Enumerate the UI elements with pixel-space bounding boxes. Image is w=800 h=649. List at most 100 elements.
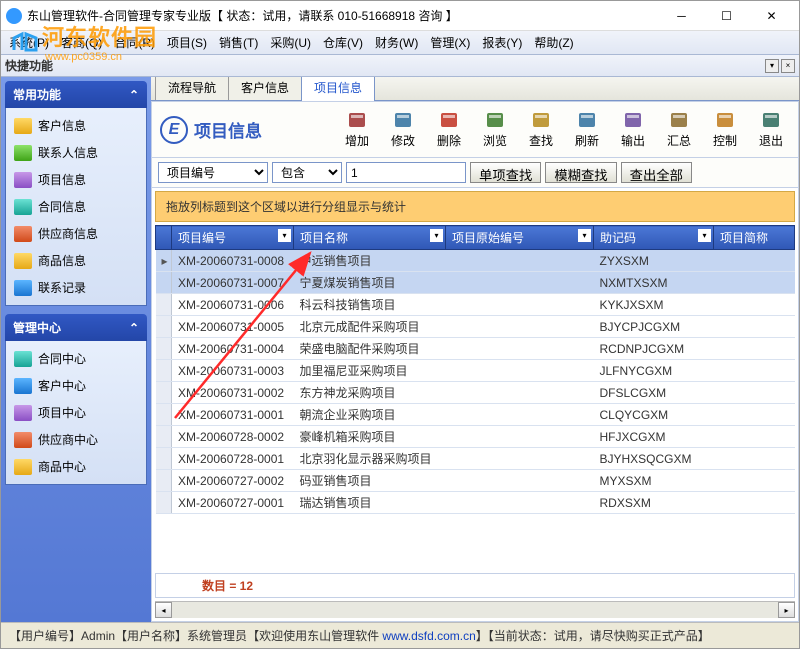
filter-fuzzy-button[interactable]: 模糊查找 [545, 162, 616, 183]
table-row[interactable]: XM-20060731-0004荣盛电脑配件采购项目RCDNPJCGXM [156, 338, 795, 360]
group-drop-bar[interactable]: 拖放列标题到这个区域以进行分组显示与统计 [155, 191, 795, 222]
menu-warehouse[interactable]: 仓库(V) [319, 32, 367, 53]
sidebar-item-label: 商品中心 [38, 458, 86, 475]
tab-customer-info[interactable]: 客户信息 [228, 77, 302, 100]
menu-purchase[interactable]: 采购(U) [266, 32, 315, 53]
cell-project-id: XM-20060727-0001 [172, 492, 294, 514]
table-row[interactable]: XM-20060728-0002豪峰机箱采购项目HFJXCGXM [156, 426, 795, 448]
menu-help[interactable]: 帮助(Z) [530, 32, 577, 53]
table-wrap[interactable]: 项目编号▾ 项目名称▾ 项目原始编号▾ 助记码▾ 项目简称 ▸XM-200607… [155, 225, 795, 571]
close-button[interactable]: ✕ [749, 2, 794, 30]
menu-sales[interactable]: 销售(T) [215, 32, 262, 53]
toolbar-refresh-button[interactable]: 刷新 [568, 108, 606, 151]
scroll-left-icon[interactable]: ◂ [155, 602, 172, 618]
menu-report[interactable]: 报表(Y) [478, 32, 526, 53]
export-icon [623, 110, 643, 130]
col-short-name[interactable]: 项目简称 [714, 226, 795, 250]
sidebar-item-icon [14, 172, 32, 188]
sidebar-item[interactable]: 客户信息 [10, 112, 142, 139]
exit-icon [761, 110, 781, 130]
toolbar-edit-button[interactable]: 修改 [384, 108, 422, 151]
sidebar-item[interactable]: 商品中心 [10, 453, 142, 480]
h-scrollbar[interactable]: ◂ ▸ [155, 601, 795, 618]
cell-mnemonic: HFJXCGXM [594, 426, 714, 448]
sidebar-header-label: 管理中心 [13, 319, 61, 336]
menu-system[interactable]: 系统(P) [5, 32, 53, 53]
cell-mnemonic: BJYHXSQCGXM [594, 448, 714, 470]
cell-short [714, 294, 795, 316]
content-logo-icon: E [160, 116, 188, 144]
cell-orig-id [446, 294, 594, 316]
dropdown-icon[interactable]: ▾ [430, 229, 443, 242]
sidebar-header-manage[interactable]: 管理中心 ⌃ [5, 314, 147, 341]
table-row[interactable]: XM-20060731-0002东方神龙采购项目DFSLCGXM [156, 382, 795, 404]
toolbar-browse-button[interactable]: 浏览 [476, 108, 514, 151]
toolbar-delete-button[interactable]: 删除 [430, 108, 468, 151]
toolbar-summary-button[interactable]: 汇总 [660, 108, 698, 151]
sidebar-item[interactable]: 商品信息 [10, 247, 142, 274]
table-row[interactable]: XM-20060731-0005北京元成配件采购项目BJYCPJCGXM [156, 316, 795, 338]
minimize-button[interactable]: ─ [659, 2, 704, 30]
cell-project-name: 中远销售项目 [294, 250, 446, 272]
menu-project[interactable]: 项目(S) [163, 32, 211, 53]
sidebar-item[interactable]: 供应商信息 [10, 220, 142, 247]
table-row[interactable]: XM-20060731-0007宁夏煤炭销售项目NXMTXSXM [156, 272, 795, 294]
col-project-name[interactable]: 项目名称▾ [294, 226, 446, 250]
col-project-id[interactable]: 项目编号▾ [172, 226, 294, 250]
filter-all-button[interactable]: 查出全部 [621, 162, 692, 183]
tab-project-info[interactable]: 项目信息 [301, 77, 375, 101]
toolbar-exit-button[interactable]: 退出 [752, 108, 790, 151]
cell-mnemonic: RCDNPJCGXM [594, 338, 714, 360]
cell-project-name: 科云科技销售项目 [294, 294, 446, 316]
cell-mnemonic: JLFNYCGXM [594, 360, 714, 382]
table-row[interactable]: XM-20060728-0001北京羽化显示器采购项目BJYHXSQCGXM [156, 448, 795, 470]
filter-value-input[interactable] [346, 162, 466, 183]
sidebar-item[interactable]: 联系记录 [10, 274, 142, 301]
dropdown-icon[interactable]: ▾ [278, 229, 291, 242]
row-marker [156, 382, 172, 404]
filter-single-button[interactable]: 单项查找 [470, 162, 541, 183]
sidebar-header-common[interactable]: 常用功能 ⌃ [5, 81, 147, 108]
scroll-right-icon[interactable]: ▸ [778, 602, 795, 618]
col-mnemonic[interactable]: 助记码▾ [594, 226, 714, 250]
menu-finance[interactable]: 财务(W) [371, 32, 422, 53]
sidebar-item[interactable]: 项目中心 [10, 399, 142, 426]
menu-manage[interactable]: 管理(X) [426, 32, 474, 53]
table-row[interactable]: XM-20060727-0002码亚销售项目MYXSXM [156, 470, 795, 492]
sidebar-item[interactable]: 合同中心 [10, 345, 142, 372]
toolbar-control-button[interactable]: 控制 [706, 108, 744, 151]
col-orig-id[interactable]: 项目原始编号▾ [446, 226, 594, 250]
tab-flow-nav[interactable]: 流程导航 [155, 77, 229, 100]
table-row[interactable]: XM-20060727-0001瑞达销售项目RDXSXM [156, 492, 795, 514]
refresh-icon [577, 110, 597, 130]
toolbar-add-button[interactable]: 增加 [338, 108, 376, 151]
cell-project-id: XM-20060731-0003 [172, 360, 294, 382]
menu-contract[interactable]: 合同(R) [110, 32, 159, 53]
row-marker [156, 426, 172, 448]
filter-field-select[interactable]: 项目编号 [158, 162, 268, 183]
sidebar-item[interactable]: 联系人信息 [10, 139, 142, 166]
cell-short [714, 316, 795, 338]
maximize-button[interactable]: ☐ [704, 2, 749, 30]
quickbar-dropdown-icon[interactable]: ▾ [765, 59, 779, 73]
sidebar-item[interactable]: 合同信息 [10, 193, 142, 220]
sidebar-item[interactable]: 客户中心 [10, 372, 142, 399]
menu-customer[interactable]: 客商(Q) [57, 32, 106, 53]
quickbar-close-icon[interactable]: × [781, 59, 795, 73]
toolbar-export-button[interactable]: 输出 [614, 108, 652, 151]
dropdown-icon[interactable]: ▾ [698, 229, 711, 242]
row-marker: ▸ [156, 250, 172, 272]
dropdown-icon[interactable]: ▾ [578, 229, 591, 242]
sidebar-item[interactable]: 供应商中心 [10, 426, 142, 453]
table-row[interactable]: XM-20060731-0003加里福尼亚采购项目JLFNYCGXM [156, 360, 795, 382]
toolbar-find-button[interactable]: 查找 [522, 108, 560, 151]
table-row[interactable]: XM-20060731-0001朝流企业采购项目CLQYCGXM [156, 404, 795, 426]
sidebar-item-label: 联系人信息 [38, 144, 98, 161]
table-row[interactable]: ▸XM-20060731-0008中远销售项目ZYXSXM [156, 250, 795, 272]
cell-orig-id [446, 272, 594, 294]
table-row[interactable]: XM-20060731-0006科云科技销售项目KYKJXSXM [156, 294, 795, 316]
tabstrip: 流程导航 客户信息 项目信息 [151, 77, 799, 101]
filter-op-select[interactable]: 包含 [272, 162, 342, 183]
sidebar-item[interactable]: 项目信息 [10, 166, 142, 193]
chevron-up-icon: ⌃ [129, 88, 139, 102]
